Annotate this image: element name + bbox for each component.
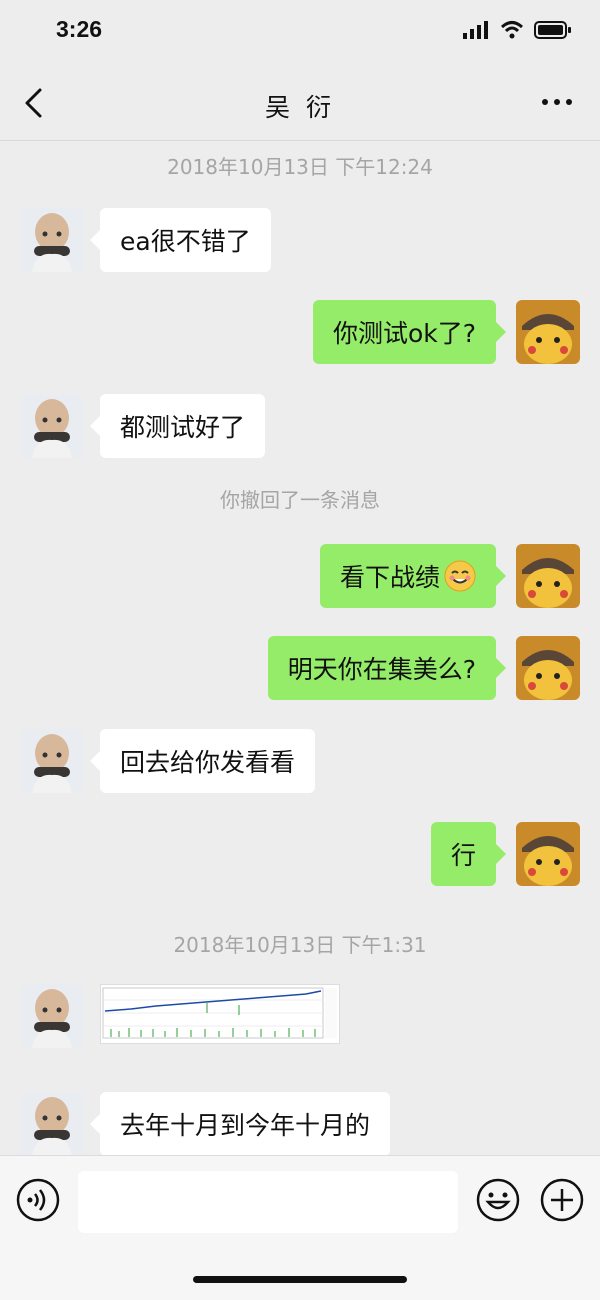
message-bubble-incoming[interactable]: 都测试好了 bbox=[89, 394, 266, 458]
smile-emoji-icon bbox=[444, 560, 476, 592]
message-bubble-incoming[interactable]: 去年十月到今年十月的 bbox=[89, 1092, 391, 1156]
home-indicator bbox=[193, 1276, 407, 1283]
timestamp: 2018年10月13日 下午12:24 bbox=[167, 155, 433, 179]
message-bubble-outgoing[interactable]: 明天你在集美么? bbox=[267, 636, 507, 700]
my-avatar[interactable] bbox=[516, 544, 580, 608]
message-bubble-outgoing[interactable]: 看下战绩 bbox=[319, 544, 507, 608]
my-avatar[interactable] bbox=[516, 822, 580, 886]
voice-icon[interactable] bbox=[16, 1178, 60, 1222]
status-time: 3:26 bbox=[56, 16, 103, 42]
contact-avatar[interactable] bbox=[20, 729, 84, 793]
emoji-icon[interactable] bbox=[476, 1178, 520, 1222]
image-message-thumbnail[interactable] bbox=[100, 984, 340, 1044]
message-bubble-incoming[interactable]: ea很不错了 bbox=[90, 208, 271, 272]
status-bar: 3:26 bbox=[0, 0, 600, 64]
my-avatar[interactable] bbox=[516, 300, 580, 364]
chat-title: 吴 衍 bbox=[265, 93, 335, 122]
message-bubble-outgoing[interactable]: 行 bbox=[430, 822, 507, 886]
my-avatar[interactable] bbox=[516, 636, 580, 700]
timestamp: 2018年10月13日 下午1:31 bbox=[173, 933, 427, 957]
contact-avatar[interactable] bbox=[20, 984, 84, 1048]
recall-notice: 你撤回了一条消息 bbox=[220, 488, 380, 512]
battery-icon bbox=[534, 21, 571, 39]
nav-bar: 吴 衍 bbox=[0, 64, 600, 141]
input-bar bbox=[0, 1155, 600, 1300]
more-dots-icon[interactable] bbox=[540, 90, 574, 114]
message-bubble-outgoing[interactable]: 你测试ok了? bbox=[312, 300, 507, 364]
plus-icon[interactable] bbox=[540, 1178, 584, 1222]
contact-avatar[interactable] bbox=[20, 1092, 84, 1156]
wifi-icon bbox=[500, 21, 524, 39]
message-input[interactable] bbox=[78, 1171, 458, 1233]
message-bubble-incoming[interactable]: 回去给你发看看 bbox=[89, 729, 316, 793]
contact-avatar[interactable] bbox=[20, 394, 84, 458]
message-text: 看下战绩 bbox=[339, 563, 440, 592]
signal-icon bbox=[463, 21, 488, 39]
status-icons bbox=[462, 20, 572, 40]
contact-avatar[interactable] bbox=[20, 208, 84, 272]
